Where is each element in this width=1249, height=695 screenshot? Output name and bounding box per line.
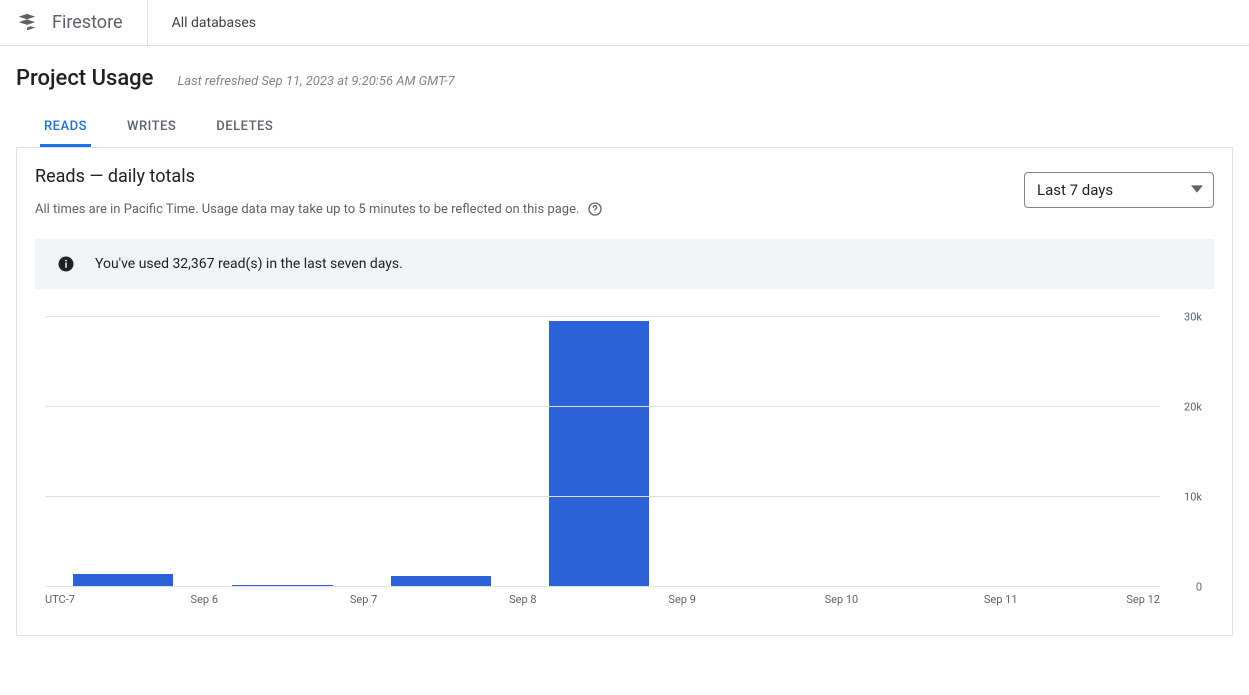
brand-text: Firestore: [52, 12, 123, 33]
last-refreshed: Last refreshed Sep 11, 2023 at 9:20:56 A…: [177, 74, 454, 89]
time-range-select[interactable]: Last 7 days: [1024, 172, 1214, 208]
tab-reads[interactable]: READS: [40, 109, 91, 147]
chart-gridline: [45, 496, 1160, 497]
info-icon: [57, 255, 75, 273]
chart-x-tick: Sep 8: [509, 593, 536, 606]
chart-plot-area: 010k20k30k: [45, 317, 1160, 587]
dropdown-icon: [1191, 181, 1203, 199]
title-row: Project Usage Last refreshed Sep 11, 202…: [16, 66, 1233, 91]
breadcrumb[interactable]: All databases: [148, 15, 256, 31]
app-header: Firestore All databases: [0, 0, 1249, 46]
help-icon[interactable]: [587, 201, 603, 217]
card-header-row: Reads — daily totals All times are in Pa…: [35, 166, 1214, 239]
summary-text: You've used 32,367 read(s) in the last s…: [95, 256, 403, 272]
chart-gridline: [45, 406, 1160, 407]
card-header-left: Reads — daily totals All times are in Pa…: [35, 166, 603, 239]
chart-y-tick: 0: [1196, 581, 1202, 594]
chart-x-tick: Sep 12: [1126, 593, 1160, 606]
chart-x-tick: Sep 9: [668, 593, 695, 606]
time-range-label: Last 7 days: [1037, 181, 1113, 199]
chart-y-tick: 30k: [1184, 311, 1202, 324]
usage-card: Reads — daily totals All times are in Pa…: [16, 148, 1233, 636]
page-content: Project Usage Last refreshed Sep 11, 202…: [0, 46, 1249, 636]
summary-banner: You've used 32,367 read(s) in the last s…: [35, 239, 1214, 289]
tabs: READS WRITES DELETES: [16, 109, 1233, 148]
chart-x-tick: Sep 11: [984, 593, 1018, 606]
tab-writes[interactable]: WRITES: [123, 109, 180, 147]
chart-x-tick: UTC-7: [45, 593, 75, 606]
card-subtext: All times are in Pacific Time. Usage dat…: [35, 202, 579, 217]
chart-bars: [45, 317, 1160, 587]
card-title: Reads — daily totals: [35, 166, 603, 187]
tab-deletes[interactable]: DELETES: [212, 109, 277, 147]
chart-gridline: [45, 316, 1160, 317]
chart-y-tick: 20k: [1184, 401, 1202, 414]
chart-x-tick: Sep 10: [825, 593, 859, 606]
subtext-row: All times are in Pacific Time. Usage dat…: [35, 201, 603, 217]
chart-bar[interactable]: [549, 321, 649, 587]
brand: Firestore: [16, 0, 148, 45]
chart-x-tick: Sep 7: [350, 593, 377, 606]
chart-x-tick: Sep 6: [191, 593, 218, 606]
chart-bar[interactable]: [73, 574, 173, 588]
chart-y-tick: 10k: [1184, 491, 1202, 504]
page-title: Project Usage: [16, 66, 153, 91]
chart-x-axis: UTC-7 Sep 6 Sep 7 Sep 8 Sep 9 Sep 10 Sep 11 Sep…: [45, 587, 1160, 609]
reads-chart: 010k20k30k UTC-7 Sep 6 Sep 7 Sep 8 Sep 9 Sep …: [35, 317, 1214, 617]
firestore-logo-icon: [16, 12, 38, 34]
